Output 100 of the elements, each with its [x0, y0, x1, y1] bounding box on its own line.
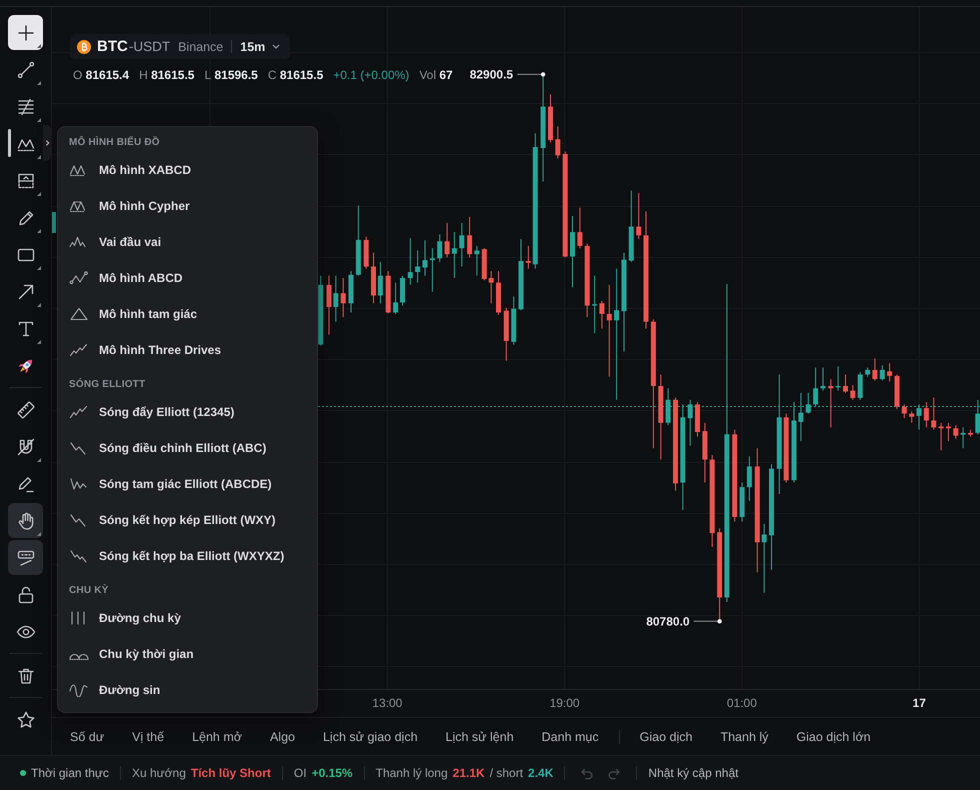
candle: [746, 456, 752, 502]
ohlc-value: H 81615.5: [139, 68, 194, 82]
ohlc-value: C 81615.5: [268, 68, 324, 82]
menu-item[interactable]: Sóng điều chỉnh Elliott (ABC): [58, 430, 317, 466]
candle: [798, 392, 804, 442]
chevron-icon[interactable]: [43, 125, 51, 161]
menu-item[interactable]: Vai đầu vai: [58, 224, 317, 260]
candle: [444, 222, 450, 258]
candle: [702, 422, 708, 483]
leader-line: [516, 72, 546, 77]
tool-button[interactable]: [8, 15, 43, 50]
menu-item[interactable]: Sóng đẩy Elliott (12345): [58, 394, 317, 430]
falling-zigzag-icon: [69, 549, 89, 563]
candle: [467, 216, 472, 258]
magnet-icon: [16, 436, 36, 456]
candle: [400, 275, 405, 306]
tab[interactable]: Danh mục: [528, 718, 613, 755]
axis-label: 19:00: [550, 696, 580, 710]
candle: [437, 234, 442, 262]
candle: [356, 204, 361, 276]
candle: [784, 413, 789, 483]
menu-item[interactable]: Đường sin: [58, 672, 317, 708]
menu-section-title: MÔ HÌNH BIỂU ĐỒ: [68, 135, 161, 150]
candle: [946, 422, 951, 442]
candle: [909, 410, 914, 424]
menu-item[interactable]: Sóng tam giác Elliott (ABCDE): [58, 466, 317, 502]
candle: [511, 296, 516, 346]
redo-icon: [607, 766, 622, 780]
volume-value: Vol 67: [419, 68, 453, 82]
candle: [378, 261, 383, 304]
candle: [858, 372, 863, 400]
axis-label: 17: [912, 696, 926, 710]
tab[interactable]: Giao dịch lớn: [782, 718, 885, 755]
trend-line-icon: [16, 60, 36, 80]
candle: [459, 222, 464, 267]
tab[interactable]: Lịch sử giao dịch: [308, 718, 432, 755]
status-value: +0.15%: [312, 766, 353, 780]
candle: [813, 367, 818, 408]
menu-item[interactable]: Sóng kết hợp ba Elliott (WXYXZ): [58, 538, 317, 574]
status-label: / short: [490, 766, 524, 780]
candle: [872, 358, 878, 381]
candle: [975, 399, 980, 435]
candle: [931, 397, 936, 430]
menu-item[interactable]: Mô hình Cypher: [58, 188, 317, 224]
star-icon: [16, 710, 36, 730]
menu-item[interactable]: Mô hình Three Drives: [58, 332, 317, 368]
menu-item[interactable]: Đường chu kỳ: [58, 600, 317, 636]
tab[interactable]: Lịch sử lệnh: [432, 718, 528, 755]
status-label: Xu hướng: [132, 766, 186, 780]
candle: [415, 250, 420, 284]
chevron-down-icon: [272, 44, 280, 49]
price-change: +0.1 (+0.00%): [333, 68, 410, 82]
axis-label: 01:00: [726, 696, 757, 710]
candle: [422, 240, 428, 276]
menu-item[interactable]: Mô hình tam giác: [58, 296, 317, 332]
interval-dropdown[interactable]: 15m: [240, 40, 280, 54]
menu-item[interactable]: Chu kỳ thời gian: [58, 636, 317, 672]
candle: [592, 275, 598, 334]
tool-button[interactable]: [8, 503, 43, 538]
tab[interactable]: Lệnh mở: [178, 718, 256, 755]
candle: [636, 192, 642, 240]
tab[interactable]: Thanh lý: [706, 718, 782, 755]
candle: [865, 367, 870, 378]
changelog-link[interactable]: Nhật ký cập nhật: [648, 766, 738, 780]
candle: [326, 275, 332, 336]
arcs-icon: [69, 653, 89, 660]
tab[interactable]: Algo: [256, 718, 309, 755]
candle: [474, 245, 480, 276]
candle: [408, 238, 413, 286]
candle: [526, 245, 531, 270]
menu-item[interactable]: Sóng kết hợp kép Elliott (WXY): [58, 502, 317, 538]
candle: [887, 362, 892, 382]
candle: [504, 307, 509, 362]
candle: [599, 300, 604, 330]
status-value: 2.4K: [528, 766, 554, 780]
status-label: OI: [294, 766, 307, 780]
menu-item[interactable]: Mô hình ABCD: [58, 260, 317, 296]
candle: [688, 399, 693, 446]
low-price-label: 80780.0: [646, 614, 690, 628]
status-label: Thanh lý long: [376, 766, 448, 780]
candle: [968, 429, 973, 438]
wave-icon: [69, 477, 89, 491]
tool-button[interactable]: [8, 540, 43, 575]
coin-icon: [77, 40, 91, 54]
tab[interactable]: Giao dịch: [626, 718, 706, 755]
candle: [740, 482, 745, 522]
tab[interactable]: Số dư: [56, 718, 118, 755]
sine-wave-icon: [69, 683, 89, 697]
candle: [828, 378, 834, 428]
crosshair-icon: [16, 22, 36, 42]
ohlc-value: L 81596.5: [204, 68, 258, 82]
rising-zigzag-icon: [69, 405, 89, 419]
tab[interactable]: Vị thế: [118, 718, 178, 755]
candle: [916, 404, 922, 430]
candle: [371, 252, 376, 304]
candle: [386, 270, 391, 314]
candle: [364, 236, 369, 270]
status-value: Tích lũy Short: [190, 766, 271, 780]
menu-item[interactable]: Mô hình XABCD: [58, 152, 317, 188]
candle: [820, 367, 826, 392]
